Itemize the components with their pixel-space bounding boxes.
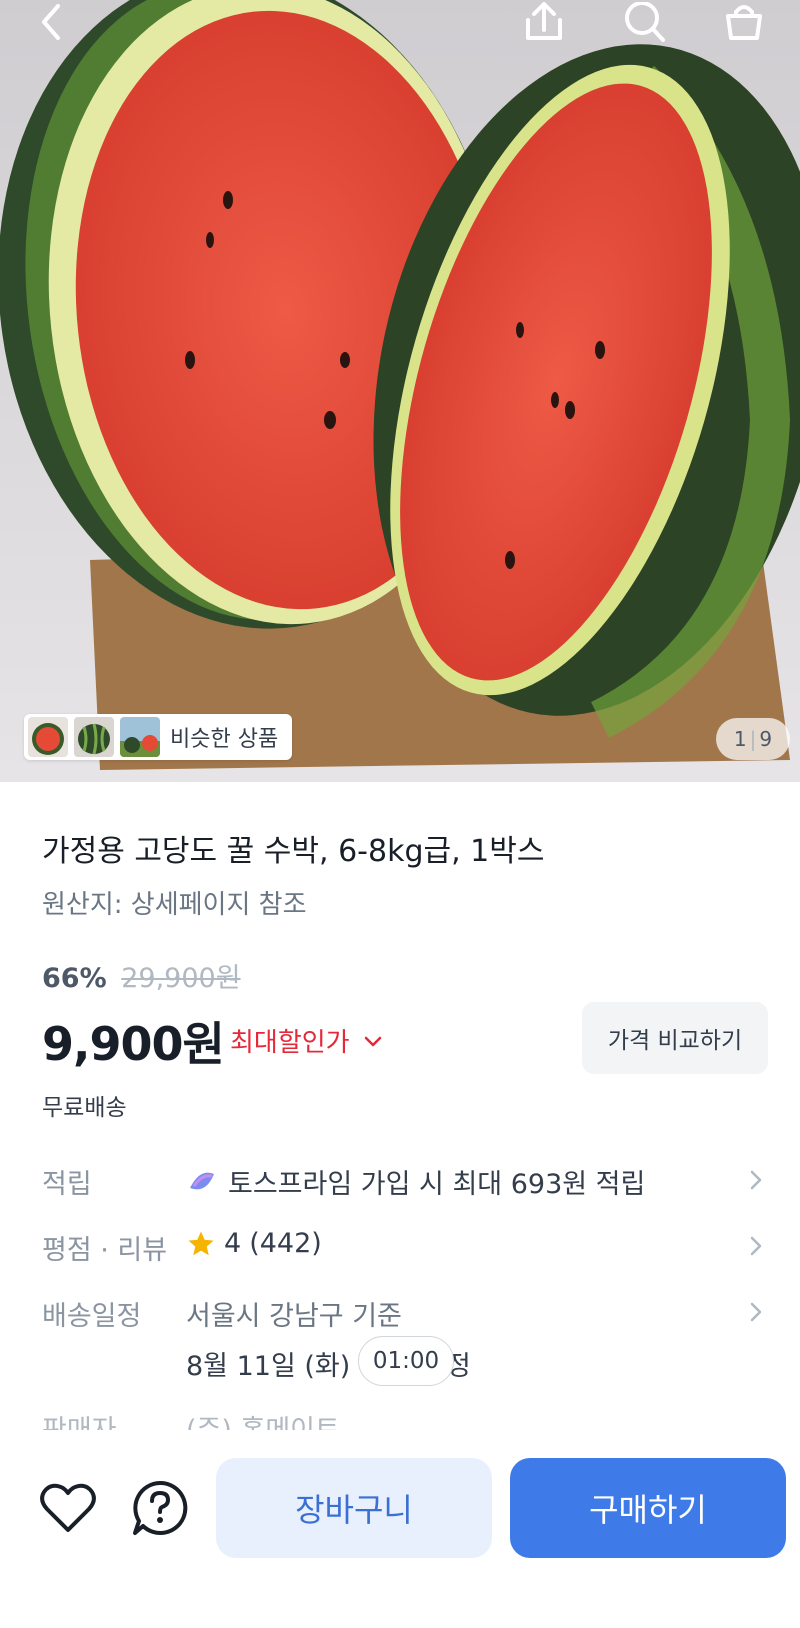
toss-prime-icon xyxy=(190,1172,214,1189)
similar-thumb-3 xyxy=(120,717,160,757)
chevron-right-icon xyxy=(750,1236,762,1256)
search-icon xyxy=(625,2,665,42)
delivery-label: 배송일정 xyxy=(42,1301,142,1332)
wishlist-button[interactable] xyxy=(34,1474,102,1542)
discount-row: 66% 29,900원 xyxy=(42,956,241,995)
similar-products-label: 비슷한 상품 xyxy=(170,727,279,752)
share-button[interactable] xyxy=(512,0,576,44)
cart-bag-icon xyxy=(726,5,762,40)
search-button[interactable] xyxy=(612,0,676,44)
rating-review-row[interactable]: 평점 · 리뷰 4 (442) xyxy=(42,1228,770,1278)
similar-thumb-1 xyxy=(28,717,68,757)
seller-value[interactable]: (주) 홈메이트 xyxy=(186,1408,340,1430)
delivery-location: 서울시 강남구 기준 xyxy=(186,1301,402,1332)
chevron-down-icon xyxy=(364,1036,381,1046)
buy-now-button[interactable]: 구매하기 xyxy=(510,1458,786,1558)
rating-value-wrap: 4 (442) xyxy=(186,1228,322,1259)
question-bubble-icon xyxy=(133,1480,188,1535)
max-discount-label: 최대할인가 xyxy=(230,1028,350,1058)
delivery-date: 8월 11일 (화) xyxy=(186,1351,351,1382)
max-discount-toggle[interactable]: 최대할인가 xyxy=(230,1022,386,1059)
cart-button[interactable] xyxy=(712,0,776,44)
current-image-index: 1 xyxy=(733,727,747,751)
discount-percent: 66% xyxy=(42,963,107,994)
compare-prices-button[interactable]: 가격 비교하기 xyxy=(582,1002,768,1074)
review-count: (442) xyxy=(249,1228,322,1259)
product-origin: 원산지: 상세페이지 참조 xyxy=(42,890,307,920)
watermelon-photo xyxy=(0,0,800,782)
back-button[interactable] xyxy=(20,0,84,44)
share-icon xyxy=(526,2,562,40)
heart-icon xyxy=(40,1483,96,1532)
inquiry-button[interactable] xyxy=(126,1474,194,1542)
original-price: 29,900원 xyxy=(121,963,241,994)
chevron-right-icon xyxy=(750,1170,762,1190)
points-row[interactable]: 적립 토스프라임 가입 시 최대 693원 적립 xyxy=(42,1162,770,1212)
rating-score: 4 xyxy=(224,1228,242,1259)
seller-label: 판매자 xyxy=(42,1408,117,1430)
image-page-counter: 1 | 9 xyxy=(716,718,790,760)
points-value-wrap: 토스프라임 가입 시 최대 693원 적립 xyxy=(186,1162,645,1201)
rating-label: 평점 · 리뷰 xyxy=(42,1235,168,1266)
countdown-timer: 01:00 xyxy=(358,1336,454,1386)
product-title: 가정용 고당도 꿀 수박, 6-8kg급, 1박스 xyxy=(42,834,545,869)
shipping-info: 무료배송 xyxy=(42,1095,127,1121)
similar-products-button[interactable]: 비슷한 상품 xyxy=(24,714,293,760)
points-label: 적립 xyxy=(42,1169,92,1200)
sale-price: 9,900원 xyxy=(42,1017,225,1071)
star-icon xyxy=(188,1231,214,1255)
chevron-right-icon xyxy=(750,1302,762,1322)
similar-thumb-2 xyxy=(74,717,114,757)
total-image-count: 9 xyxy=(759,727,773,751)
add-to-cart-button[interactable]: 장바구니 xyxy=(216,1458,492,1558)
product-image-gallery[interactable]: 비슷한 상품 1 | 9 xyxy=(0,0,800,782)
back-icon xyxy=(42,4,60,40)
points-value: 토스프라임 가입 시 최대 693원 적립 xyxy=(228,1169,646,1200)
